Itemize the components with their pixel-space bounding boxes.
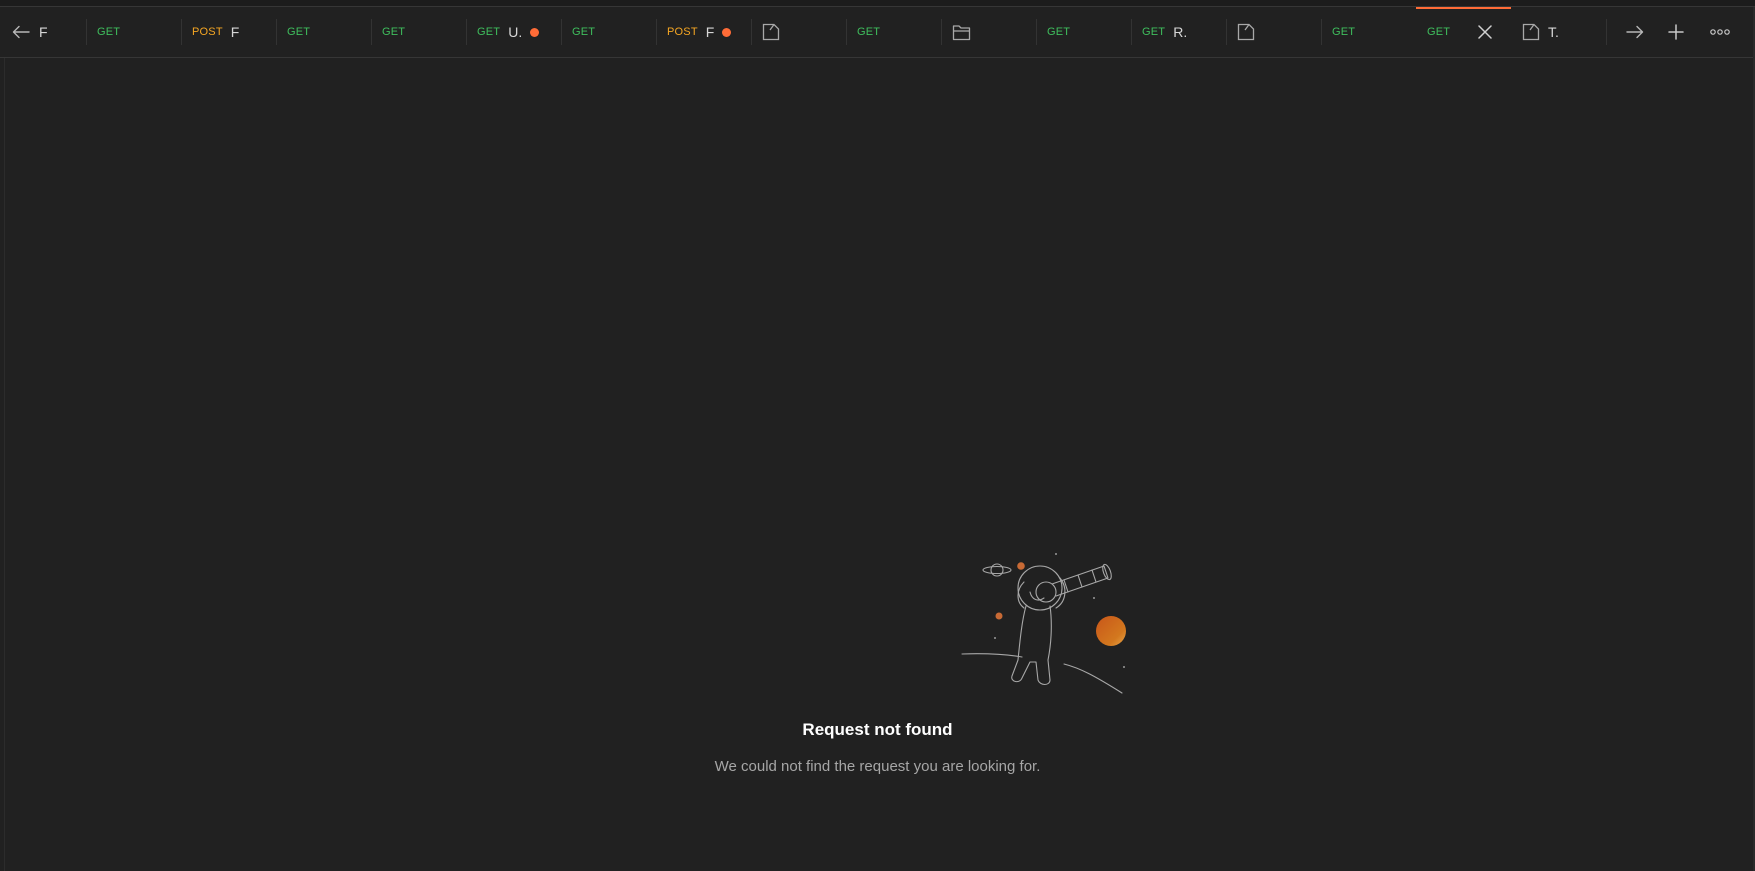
tab-17[interactable]: T.: [1511, 7, 1606, 57]
tab-method: POST: [667, 26, 698, 38]
tab-name: F: [39, 24, 48, 40]
empty-state-title: Request not found: [802, 720, 953, 739]
tab-separator: [371, 19, 372, 45]
tab-separator: [656, 19, 657, 45]
tab-11[interactable]: [941, 7, 1036, 57]
tab-method: GET: [1332, 26, 1356, 38]
folder-icon: [952, 24, 971, 41]
tab-separator: [846, 19, 847, 45]
tab-method: GET: [572, 26, 596, 38]
tab-3[interactable]: POST F: [181, 7, 276, 57]
tab-name: U.: [508, 24, 523, 40]
unsaved-indicator: [530, 27, 540, 37]
tab-16-active[interactable]: GET: [1416, 7, 1511, 57]
arrow-left-icon[interactable]: [12, 25, 30, 39]
document-icon: [1237, 23, 1255, 41]
tab-method: POST: [192, 26, 223, 38]
tab-4[interactable]: GET: [276, 7, 371, 57]
tab-12[interactable]: GET: [1036, 7, 1131, 57]
tab-2[interactable]: GET: [86, 7, 181, 57]
tab-separator: [1226, 19, 1227, 45]
more-options-button[interactable]: [1701, 7, 1739, 57]
tab-separator: [276, 19, 277, 45]
tab-method: GET: [857, 26, 881, 38]
tab-13[interactable]: GET R.: [1131, 7, 1226, 57]
tab-method: GET: [382, 26, 406, 38]
document-icon: [762, 23, 780, 41]
plus-icon: [1668, 24, 1684, 40]
tab-14[interactable]: [1226, 7, 1321, 57]
tab-separator: [561, 19, 562, 45]
tab-separator: [1321, 19, 1322, 45]
tab-separator: [1606, 19, 1607, 45]
arrow-right-icon: [1626, 25, 1644, 39]
tab-separator: [941, 19, 942, 45]
tab-name: F: [705, 24, 715, 40]
tab-1[interactable]: F: [0, 7, 86, 57]
sidebar-edge[interactable]: [0, 58, 5, 871]
tab-bar: F GET POST F GET GET GET U. GET POST F G…: [0, 7, 1755, 58]
tab-method: GET: [287, 26, 311, 38]
tab-method: GET: [97, 26, 121, 38]
tab-separator: [1131, 19, 1132, 45]
astronaut-telescope-illustration: [960, 550, 1130, 705]
tab-name: F: [230, 24, 240, 40]
tab-separator: [86, 19, 87, 45]
tab-7[interactable]: GET: [561, 7, 656, 57]
tab-method: GET: [1142, 26, 1166, 38]
tab-name: R.: [1173, 24, 1188, 40]
unsaved-indicator: [722, 27, 732, 37]
tab-separator: [181, 19, 182, 45]
tab-separator: [751, 19, 752, 45]
tab-method: GET: [477, 26, 501, 38]
tab-method: GET: [1427, 26, 1451, 38]
ellipsis-icon: [1710, 29, 1730, 35]
tab-6[interactable]: GET U.: [466, 7, 561, 57]
document-icon: [1522, 23, 1540, 41]
new-tab-button[interactable]: [1657, 7, 1695, 57]
tab-10[interactable]: GET: [846, 7, 941, 57]
tab-separator: [1036, 19, 1037, 45]
empty-state-subtitle: We could not find the request you are lo…: [714, 758, 1041, 775]
scroll-tabs-forward-button[interactable]: [1606, 7, 1654, 57]
tab-15[interactable]: GET: [1321, 7, 1416, 57]
tab-method: GET: [1047, 26, 1071, 38]
tab-9[interactable]: [751, 7, 846, 57]
close-icon[interactable]: [1478, 25, 1492, 39]
tab-name: T.: [1548, 24, 1559, 40]
tab-separator: [466, 19, 467, 45]
window-top-border: [0, 0, 1755, 7]
tab-5[interactable]: GET: [371, 7, 466, 57]
tab-8[interactable]: POST F: [656, 7, 751, 57]
